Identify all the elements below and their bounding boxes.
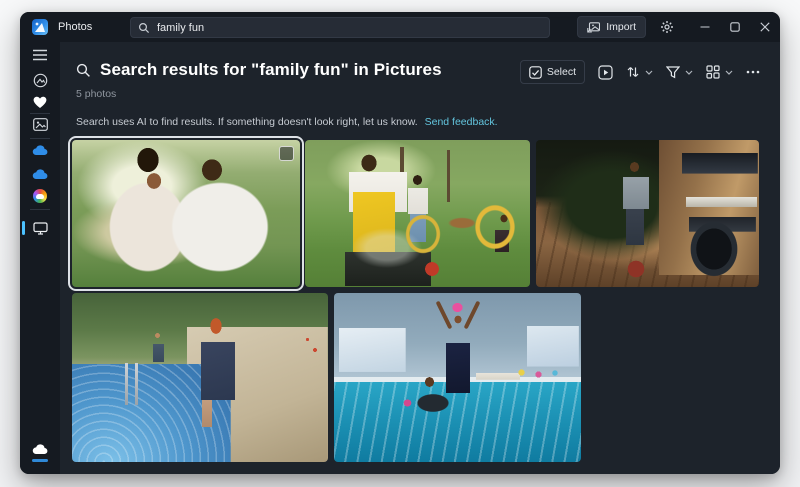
sidebar-item-folders[interactable]: [20, 115, 60, 133]
menu-icon: [33, 49, 47, 61]
icloud-photos-icon: [33, 189, 47, 203]
maximize-button[interactable]: [720, 12, 750, 42]
sort-icon: [626, 65, 640, 79]
app-title: Photos: [58, 21, 92, 33]
minimize-icon: [700, 22, 710, 32]
desktop-background: Photos Import: [0, 0, 800, 487]
photo-thumbnail-3[interactable]: [536, 140, 759, 287]
chevron-down-icon: [725, 70, 733, 75]
layout-icon: [706, 65, 720, 79]
photo-count: 5 photos: [76, 88, 116, 100]
send-feedback-link[interactable]: Send feedback.: [425, 116, 498, 128]
chevron-down-icon: [645, 70, 653, 75]
photo-thumbnail-1[interactable]: [72, 140, 300, 287]
page-title: Search results for "family fun" in Pictu…: [100, 60, 442, 80]
onedrive-cloud-icon: [32, 145, 48, 156]
photo-thumbnail-2[interactable]: [305, 140, 530, 287]
select-label: Select: [547, 66, 576, 78]
filter-button[interactable]: [666, 66, 693, 79]
gear-icon: [660, 20, 674, 34]
onedrive-photos-cloud-icon: [32, 169, 48, 180]
sidebar-item-gallery[interactable]: [20, 71, 60, 89]
sidebar-item-onedrive-photos[interactable]: [20, 165, 60, 183]
photo-art-arm: [463, 301, 480, 330]
slideshow-button[interactable]: [598, 65, 613, 80]
sidebar-divider: [30, 113, 50, 114]
cloud-storage-icon: [32, 444, 48, 455]
photos-app-window: Photos Import: [20, 12, 780, 474]
more-options-icon: [746, 70, 760, 74]
checkbox-icon: [529, 66, 542, 79]
window-controls: [690, 12, 780, 42]
search-icon: [138, 22, 150, 34]
sidebar-item-icloud-photos[interactable]: [20, 187, 60, 205]
minimize-button[interactable]: [690, 12, 720, 42]
search-results-icon: [76, 63, 91, 78]
photo-thumbnail-5[interactable]: [334, 293, 581, 462]
titlebar-actions: Import: [577, 12, 780, 42]
import-button[interactable]: Import: [577, 16, 646, 38]
close-icon: [760, 22, 770, 32]
sidebar-divider: [30, 209, 50, 210]
sidebar-item-onedrive[interactable]: [20, 141, 60, 159]
heart-icon: [33, 96, 47, 109]
ai-notice: Search uses AI to find results. If somet…: [76, 116, 498, 128]
select-button[interactable]: Select: [520, 60, 585, 84]
gallery-icon: [33, 73, 48, 88]
chevron-down-icon: [685, 70, 693, 75]
selection-checkbox[interactable]: [279, 146, 294, 161]
photo-thumbnail-4[interactable]: [72, 293, 328, 462]
sidebar-item-favorites[interactable]: [20, 93, 60, 111]
global-search[interactable]: [130, 17, 550, 38]
toolbar: Select: [520, 60, 760, 84]
folders-icon: [33, 118, 48, 131]
maximize-icon: [730, 22, 740, 32]
close-button[interactable]: [750, 12, 780, 42]
photos-app-icon: [32, 19, 48, 35]
results-header: Search results for "family fun" in Pictu…: [60, 60, 780, 80]
sidebar-storage-button[interactable]: [20, 440, 60, 458]
sidebar-item-this-pc[interactable]: [20, 219, 60, 237]
this-pc-icon: [33, 222, 48, 235]
filter-icon: [666, 66, 680, 79]
titlebar: Photos Import: [20, 12, 780, 42]
layout-button[interactable]: [706, 65, 733, 79]
photo-art-arm: [435, 301, 452, 330]
settings-button[interactable]: [652, 14, 682, 40]
import-icon: [587, 22, 600, 33]
slideshow-icon: [598, 65, 613, 80]
sidebar: [20, 42, 60, 474]
sidebar-divider: [30, 138, 50, 139]
import-label: Import: [606, 21, 636, 33]
search-input[interactable]: [157, 22, 542, 34]
main-content: Search results for "family fun" in Pictu…: [60, 42, 780, 474]
storage-progress-bar: [32, 459, 48, 462]
ai-notice-text: Search uses AI to find results. If somet…: [76, 116, 418, 128]
sort-button[interactable]: [626, 65, 653, 79]
sidebar-menu-button[interactable]: [20, 46, 60, 64]
more-options-button[interactable]: [746, 70, 760, 74]
